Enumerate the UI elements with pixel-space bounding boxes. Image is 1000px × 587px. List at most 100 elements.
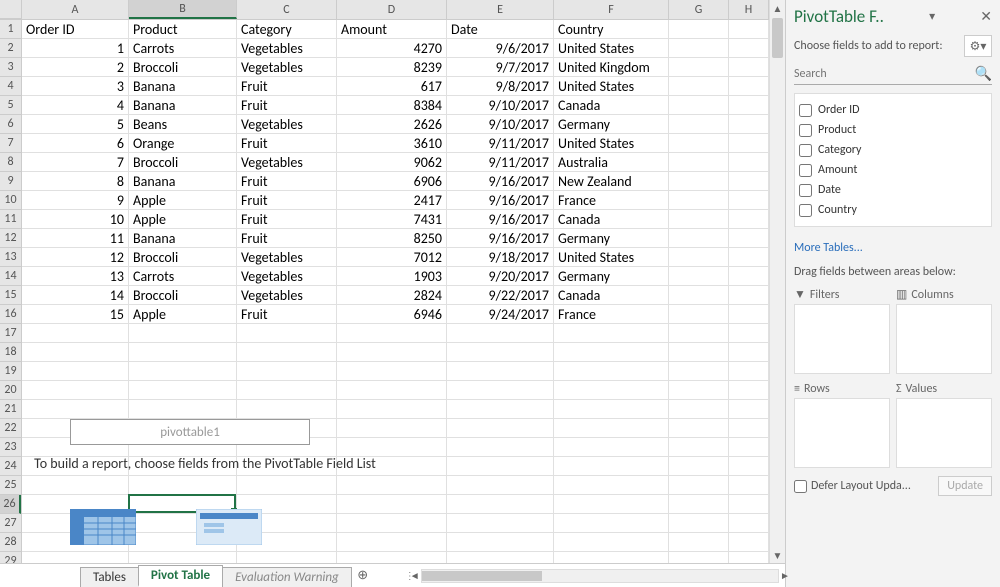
cell[interactable] — [669, 77, 729, 96]
cell[interactable]: 2824 — [337, 286, 447, 305]
cell[interactable] — [237, 552, 337, 563]
cell[interactable] — [237, 362, 337, 381]
cell[interactable] — [729, 210, 769, 229]
cell[interactable] — [237, 419, 337, 438]
cell[interactable] — [129, 362, 237, 381]
cell[interactable]: Apple — [129, 210, 237, 229]
cell[interactable]: Canada — [554, 96, 669, 115]
cell[interactable]: 1 — [22, 39, 129, 58]
cell[interactable]: 9/10/2017 — [447, 115, 554, 134]
cell[interactable] — [447, 533, 554, 552]
cell[interactable] — [337, 533, 447, 552]
col-header-G[interactable]: G — [669, 0, 729, 19]
cell[interactable] — [669, 286, 729, 305]
cell[interactable] — [669, 248, 729, 267]
cell[interactable] — [22, 552, 129, 563]
cell[interactable] — [129, 533, 237, 552]
cell[interactable]: Date — [447, 20, 554, 39]
cell[interactable] — [22, 419, 129, 438]
cell[interactable]: 9/20/2017 — [447, 267, 554, 286]
cell[interactable]: Vegetables — [237, 153, 337, 172]
cell[interactable] — [554, 381, 669, 400]
cell[interactable]: 7 — [22, 153, 129, 172]
cell[interactable]: 9/24/2017 — [447, 305, 554, 324]
cell[interactable] — [129, 476, 237, 495]
cell[interactable]: United Kingdom — [554, 58, 669, 77]
cell[interactable]: United States — [554, 134, 669, 153]
row-header-3[interactable]: 3 — [0, 58, 21, 77]
cell[interactable]: 9/10/2017 — [447, 96, 554, 115]
cell[interactable] — [554, 476, 669, 495]
cell[interactable]: Carrots — [129, 267, 237, 286]
cell[interactable]: 7431 — [337, 210, 447, 229]
cell[interactable] — [447, 324, 554, 343]
cell[interactable] — [237, 400, 337, 419]
cell[interactable]: Vegetables — [237, 248, 337, 267]
cell[interactable]: Amount — [337, 20, 447, 39]
field-search[interactable]: 🔍 — [794, 63, 992, 85]
cell[interactable]: Germany — [554, 229, 669, 248]
cell[interactable] — [729, 533, 769, 552]
rows-dropzone[interactable] — [794, 398, 890, 468]
row-header-10[interactable]: 10 — [0, 191, 21, 210]
panel-dropdown-icon[interactable]: ▾ — [929, 9, 935, 24]
cell[interactable]: 8250 — [337, 229, 447, 248]
scroll-down-icon[interactable]: ▼ — [770, 547, 785, 563]
cell[interactable] — [729, 267, 769, 286]
close-panel-button[interactable]: ✕ — [980, 8, 992, 25]
field-checkbox[interactable] — [799, 144, 812, 157]
cell[interactable]: Product — [129, 20, 237, 39]
cell[interactable] — [337, 381, 447, 400]
cell[interactable] — [447, 419, 554, 438]
cell[interactable] — [554, 419, 669, 438]
cell[interactable] — [669, 20, 729, 39]
cell[interactable]: Apple — [129, 305, 237, 324]
cell[interactable] — [129, 552, 237, 563]
row-header-8[interactable]: 8 — [0, 153, 21, 172]
row-header-22[interactable]: 22 — [0, 419, 21, 438]
cell[interactable] — [337, 343, 447, 362]
cell[interactable]: Fruit — [237, 134, 337, 153]
field-item-category[interactable]: Category — [799, 140, 987, 160]
cell[interactable] — [669, 115, 729, 134]
cell[interactable] — [337, 419, 447, 438]
horizontal-scrollbar[interactable]: ◄ ► — [421, 569, 779, 583]
row-header-18[interactable]: 18 — [0, 343, 21, 362]
cell[interactable] — [669, 343, 729, 362]
cell[interactable] — [22, 438, 129, 457]
cell[interactable] — [554, 324, 669, 343]
cell[interactable] — [554, 495, 669, 514]
col-header-F[interactable]: F — [554, 0, 669, 19]
filters-area[interactable]: ▼Filters — [794, 285, 890, 374]
cell[interactable] — [129, 400, 237, 419]
cell[interactable]: 9/6/2017 — [447, 39, 554, 58]
cell[interactable] — [337, 476, 447, 495]
cell[interactable] — [729, 457, 769, 476]
cell[interactable]: Banana — [129, 172, 237, 191]
field-item-product[interactable]: Product — [799, 120, 987, 140]
cell[interactable]: 6 — [22, 134, 129, 153]
cell[interactable] — [237, 495, 337, 514]
cell[interactable]: 7012 — [337, 248, 447, 267]
cell[interactable] — [22, 495, 129, 514]
cell[interactable] — [669, 153, 729, 172]
cell[interactable]: United States — [554, 39, 669, 58]
vscroll-thumb[interactable] — [772, 18, 783, 58]
cells-area[interactable]: Order IDProductCategoryAmountDateCountry… — [22, 20, 769, 563]
cell[interactable] — [447, 552, 554, 563]
cell[interactable]: 8384 — [337, 96, 447, 115]
cell[interactable] — [237, 381, 337, 400]
cell[interactable]: Canada — [554, 210, 669, 229]
cell[interactable]: Germany — [554, 115, 669, 134]
cell[interactable] — [129, 343, 237, 362]
cell[interactable]: Banana — [129, 77, 237, 96]
cell[interactable] — [669, 400, 729, 419]
cell[interactable] — [237, 533, 337, 552]
cell[interactable] — [237, 324, 337, 343]
row-header-4[interactable]: 4 — [0, 77, 21, 96]
cell[interactable] — [729, 343, 769, 362]
cell[interactable]: Category — [237, 20, 337, 39]
cell[interactable]: 9 — [22, 191, 129, 210]
cell[interactable] — [22, 400, 129, 419]
cell[interactable]: 9/16/2017 — [447, 172, 554, 191]
